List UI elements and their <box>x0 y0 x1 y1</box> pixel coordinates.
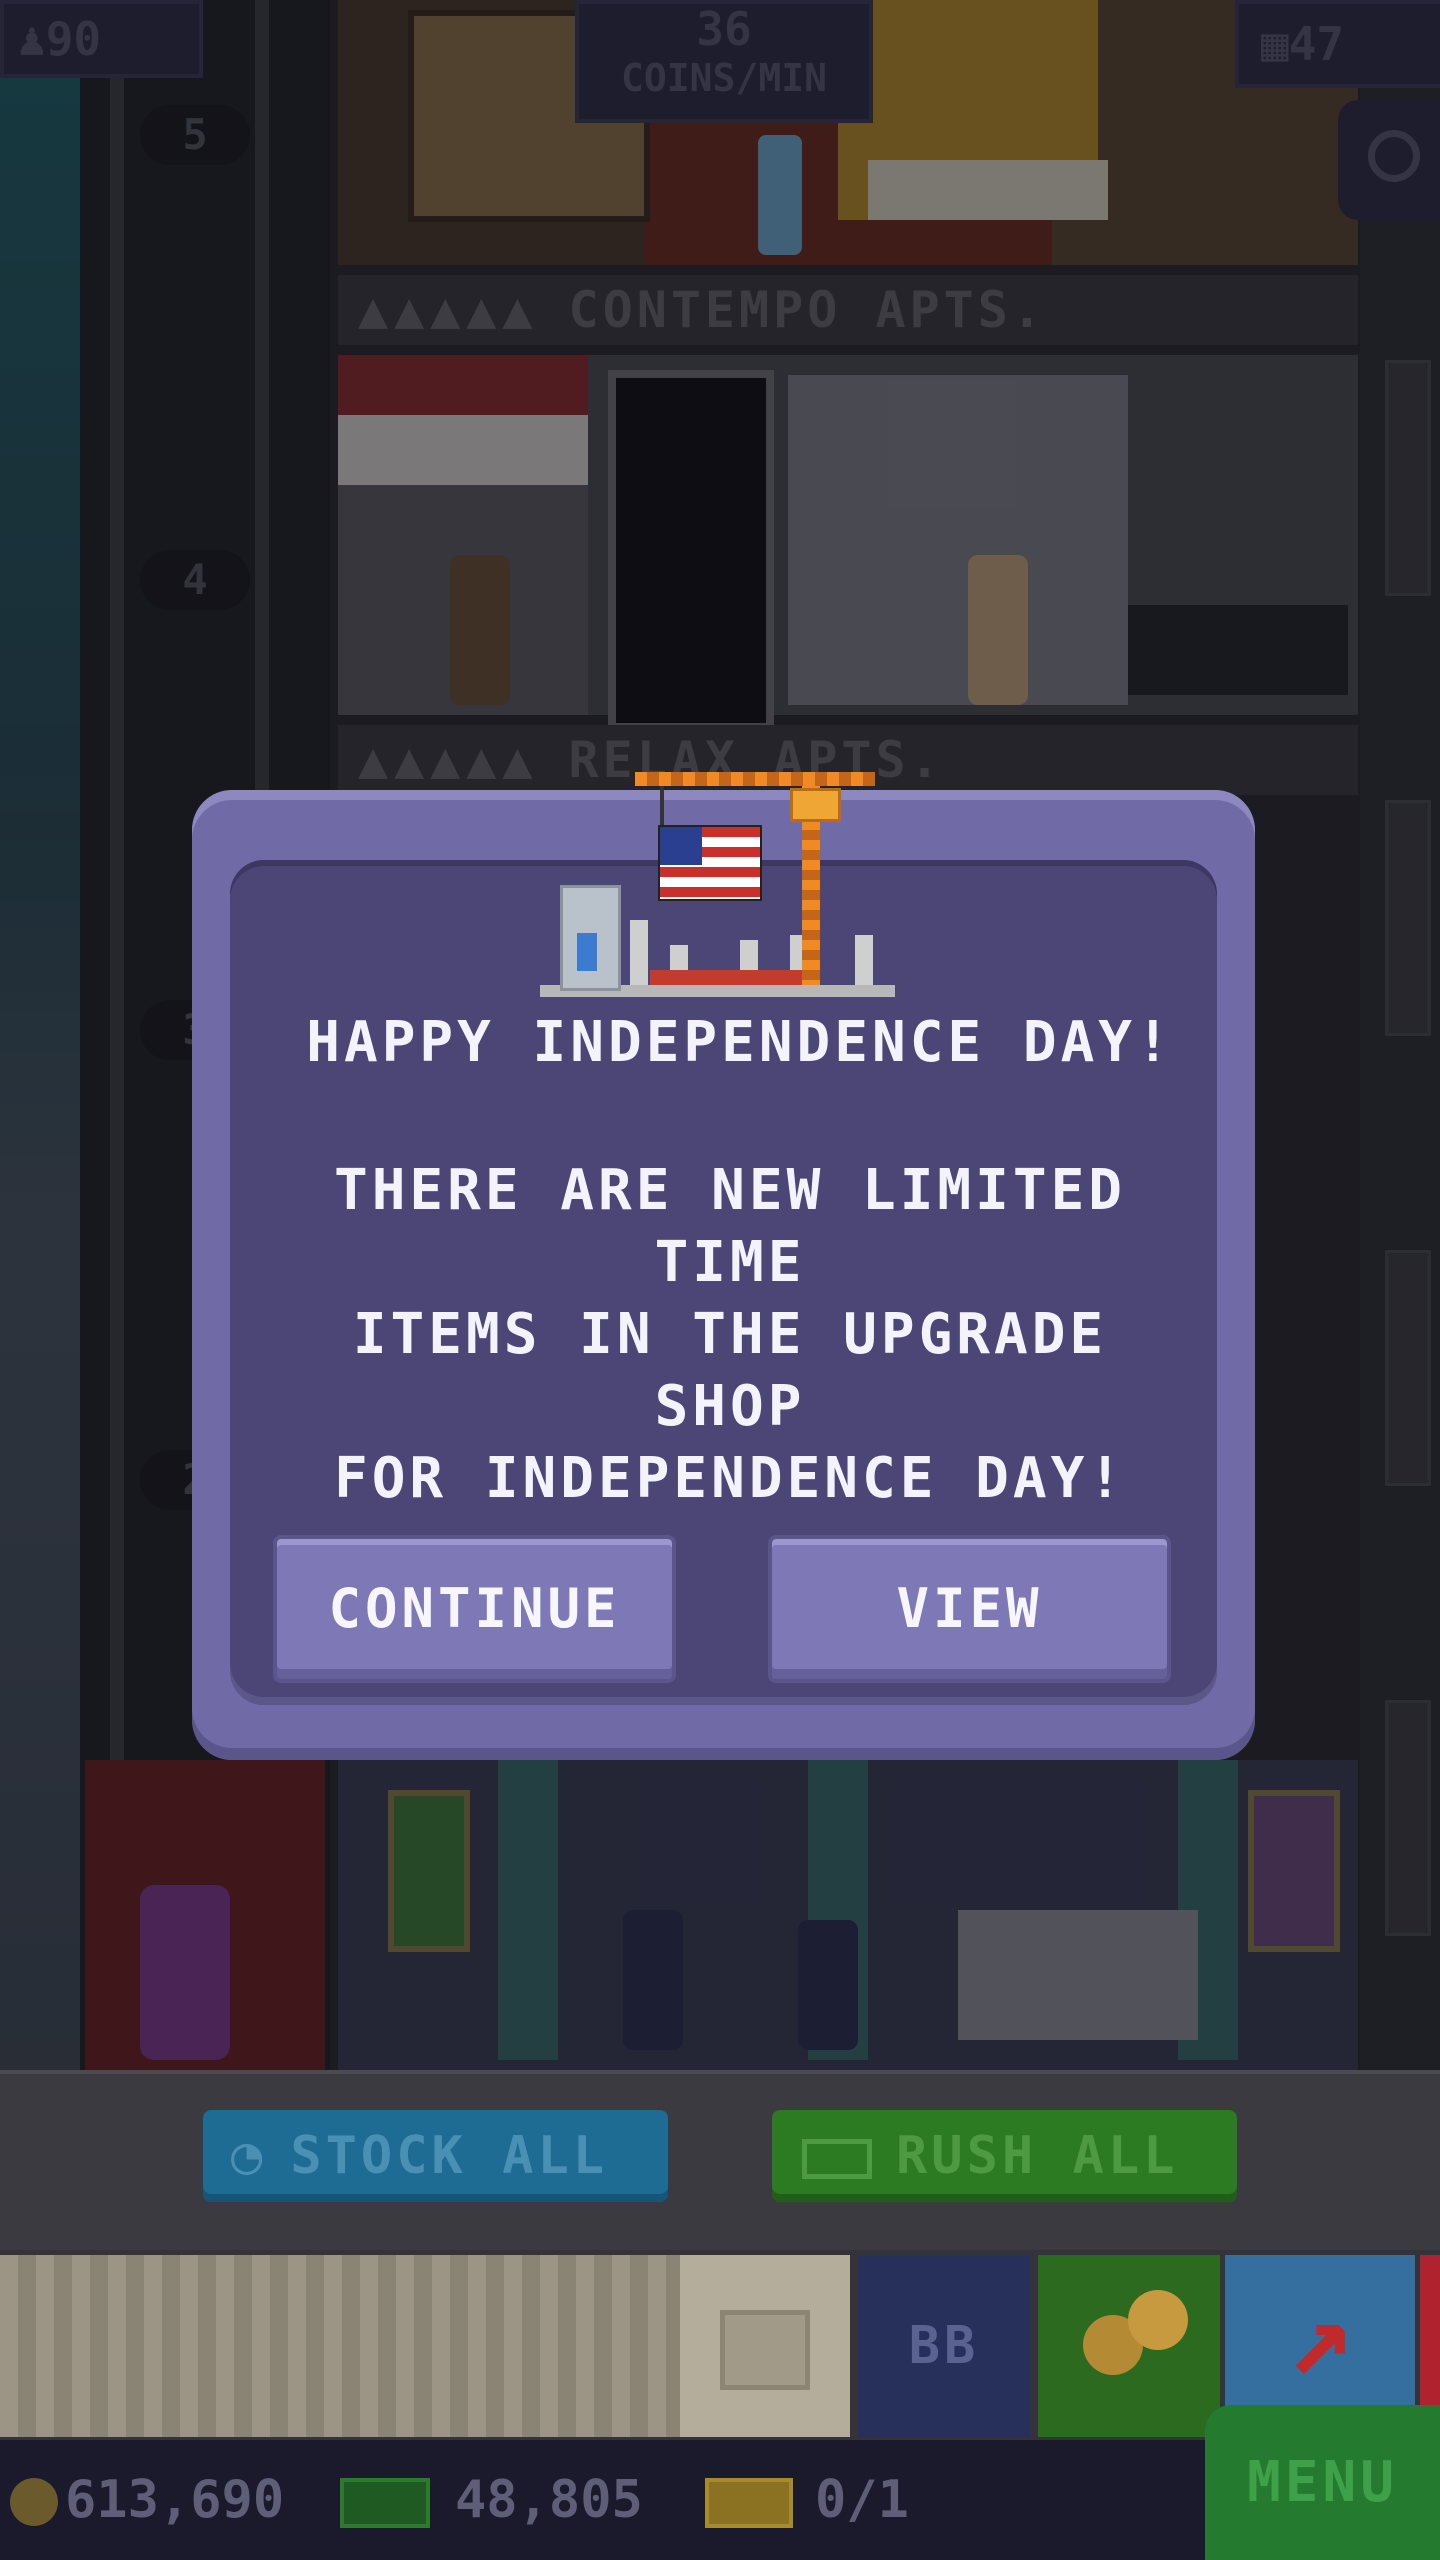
rush-all-button[interactable]: RUSH ALL <box>772 2110 1237 2202</box>
bux-icon <box>802 2139 872 2179</box>
stock-all-button[interactable]: ◔ STOCK ALL <box>203 2110 668 2202</box>
flag-canton <box>660 827 702 865</box>
foundation-strip <box>650 970 820 985</box>
clock-icon: ◔ <box>231 2126 267 2186</box>
rush-all-label: RUSH ALL <box>896 2126 1179 2186</box>
dialog-message-line: ITEMS IN THE UPGRADE SHOP <box>352 1302 1108 1439</box>
coins-balance: 613,690 <box>65 2470 285 2530</box>
ticket-icon <box>705 2478 793 2528</box>
dialog-message-line: THERE ARE NEW LIMITED TIME <box>333 1158 1126 1295</box>
dialog-title: HAPPY INDEPENDENCE DAY! <box>306 1010 1174 1075</box>
crane-jib <box>635 772 875 786</box>
pillar <box>630 920 648 985</box>
dialog-message: THERE ARE NEW LIMITED TIME ITEMS IN THE … <box>270 1155 1190 1515</box>
dialog-message-line: FOR INDEPENDENCE DAY! <box>333 1446 1126 1511</box>
stock-all-label: STOCK ALL <box>290 2126 609 2186</box>
bitbook-button[interactable]: BB <box>858 2255 1030 2437</box>
bux-balance: 48,805 <box>455 2470 643 2530</box>
bux-icon <box>340 2478 430 2528</box>
menu-button[interactable]: MENU <box>1205 2405 1440 2560</box>
inventory-box[interactable] <box>680 2255 850 2437</box>
crane-flag-illustration <box>540 750 900 1005</box>
crane-cab <box>790 788 841 822</box>
view-button[interactable]: VIEW <box>768 1535 1171 1683</box>
box-icon <box>720 2310 810 2390</box>
coin-icon <box>10 2478 58 2526</box>
door-icon <box>577 933 597 971</box>
building-model <box>560 885 621 991</box>
tickets-count: 0/1 <box>815 2470 909 2530</box>
coins-shop-button[interactable] <box>1038 2255 1220 2437</box>
coin-icon <box>1128 2290 1188 2350</box>
us-flag-icon <box>658 825 762 901</box>
pillar <box>855 935 873 985</box>
continue-button[interactable]: CONTINUE <box>273 1535 676 1683</box>
arrow-up-right-icon: ↗ <box>1286 2271 1354 2399</box>
